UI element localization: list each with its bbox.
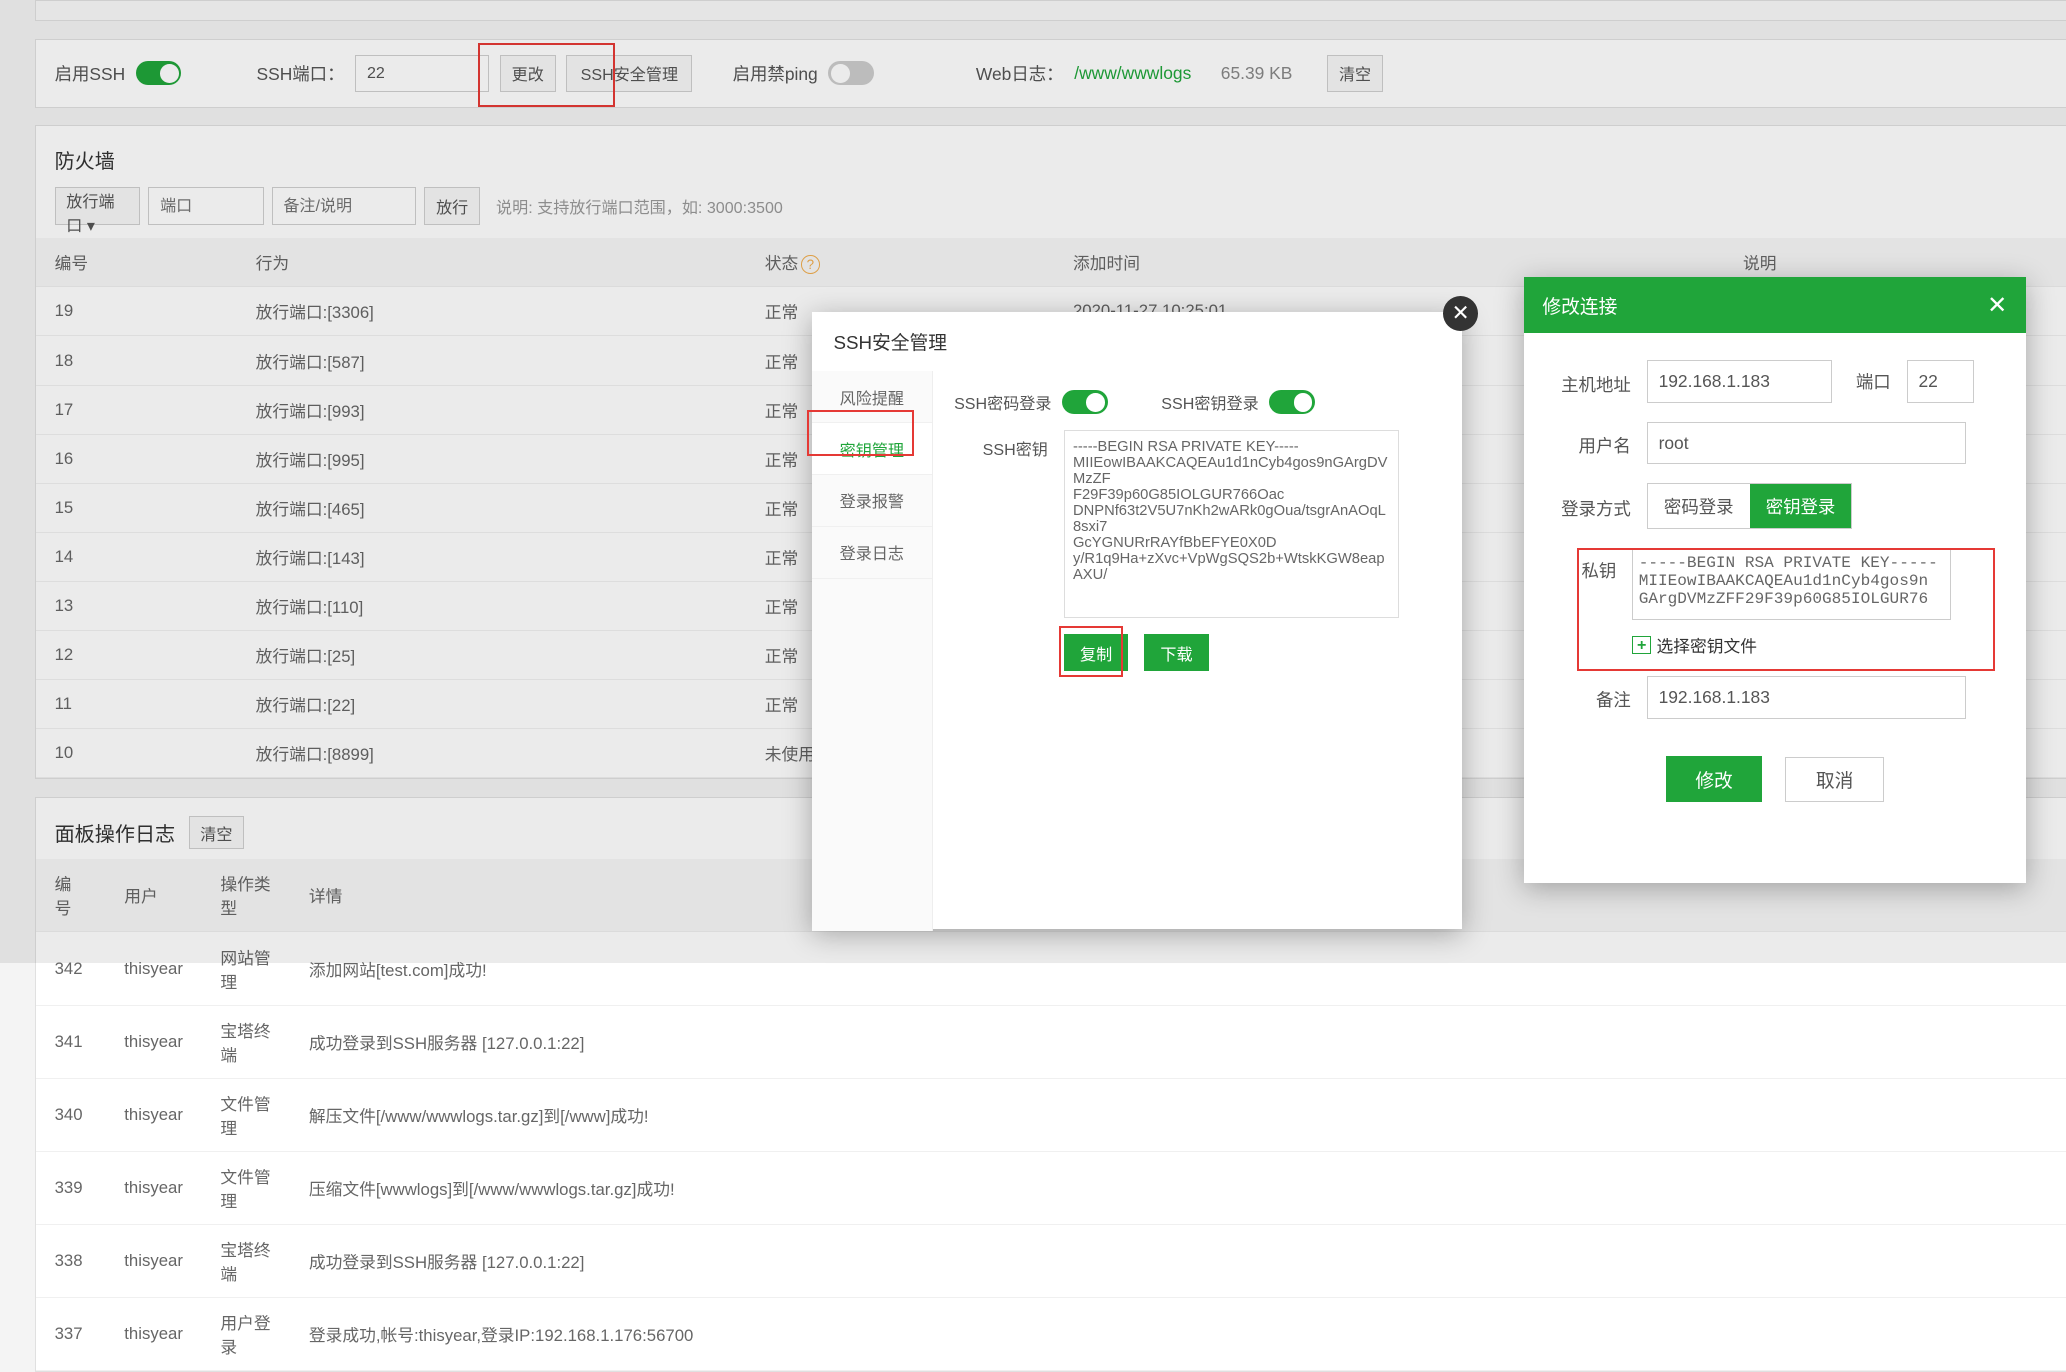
download-key-button[interactable]: 下载 [1144, 634, 1208, 671]
user-input[interactable] [1647, 422, 1966, 465]
private-key-textarea[interactable] [1632, 548, 1951, 620]
remark-label: 备注 [1556, 682, 1631, 712]
conn-dialog-title: 修改连接 [1542, 292, 1617, 319]
save-connection-button[interactable]: 修改 [1666, 756, 1762, 802]
ssh-dialog-nav: 风险提醒 密钥管理 登录报警 登录日志 [812, 371, 933, 931]
ssh-pwd-login-label: SSH密码登录 [954, 390, 1051, 414]
nav-key[interactable]: 密钥管理 [812, 423, 932, 475]
close-icon[interactable]: ✕ [1987, 291, 2007, 320]
port-input[interactable] [1907, 360, 1974, 403]
table-row: 338thisyear宝塔终端成功登录到SSH服务器 [127.0.0.1:22… [36, 1224, 2066, 1297]
table-row: 337thisyear用户登录登录成功,帐号:thisyear,登录IP:192… [36, 1297, 2066, 1370]
ssh-key-login-toggle[interactable] [1269, 390, 1315, 414]
pick-key-file-button[interactable]: + 选择密钥文件 [1632, 633, 1757, 657]
table-row: 341thisyear宝塔终端成功登录到SSH服务器 [127.0.0.1:22… [36, 1005, 2066, 1078]
copy-key-button[interactable]: 复制 [1064, 634, 1128, 671]
ssh-pwd-login-toggle[interactable] [1062, 390, 1108, 414]
cancel-connection-button[interactable]: 取消 [1785, 757, 1883, 802]
tab-key[interactable]: 密钥登录 [1750, 484, 1852, 528]
private-key-label: 私钥 [1556, 548, 1617, 584]
edit-connection-dialog: 修改连接 ✕ 主机地址 端口 用户名 登录方式 密码登录 密钥登录 私钥 + [1524, 277, 2027, 883]
table-row: 339thisyear文件管理压缩文件[wwwlogs]到[/www/wwwlo… [36, 1151, 2066, 1224]
user-label: 用户名 [1556, 428, 1631, 458]
close-icon[interactable]: ✕ [1443, 296, 1478, 331]
ssh-key-textarea[interactable] [1064, 430, 1399, 618]
host-input[interactable] [1647, 360, 1832, 403]
nav-alert[interactable]: 登录报警 [812, 475, 932, 527]
plus-icon: + [1632, 636, 1651, 655]
login-method-label: 登录方式 [1556, 491, 1631, 521]
ssh-key-label: SSH密钥 [954, 430, 1048, 459]
port-label: 端口 [1856, 369, 1891, 394]
remark-input[interactable] [1647, 676, 1966, 719]
nav-log[interactable]: 登录日志 [812, 527, 932, 579]
ssh-dialog-title: SSH安全管理 [812, 312, 1462, 371]
host-label: 主机地址 [1556, 366, 1631, 396]
table-row: 340thisyear文件管理解压文件[/www/wwwlogs.tar.gz]… [36, 1078, 2066, 1151]
ssh-key-login-label: SSH密钥登录 [1161, 390, 1258, 414]
login-method-tabs: 密码登录 密钥登录 [1647, 483, 1853, 529]
nav-risk[interactable]: 风险提醒 [812, 371, 932, 423]
tab-password[interactable]: 密码登录 [1648, 484, 1750, 528]
ssh-security-dialog: ✕ SSH安全管理 风险提醒 密钥管理 登录报警 登录日志 SSH密码登录 SS… [812, 312, 1462, 928]
